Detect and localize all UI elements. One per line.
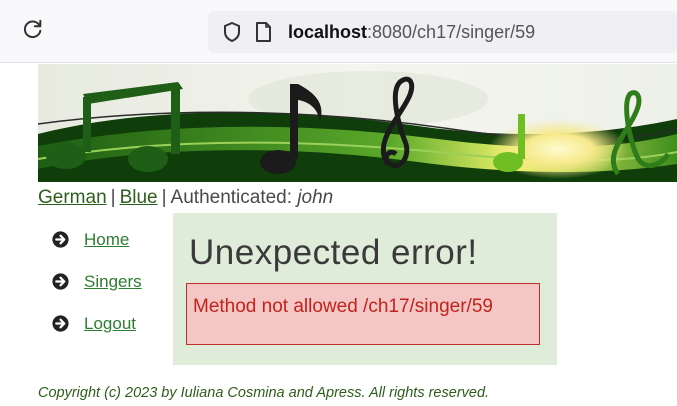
separator: | [161, 187, 167, 208]
german-language-link[interactable]: German [38, 187, 107, 208]
error-panel: Unexpected error! Method not allowed /ch… [173, 213, 557, 365]
reload-icon[interactable] [22, 18, 44, 40]
menu-link-singers[interactable]: Singers [84, 272, 142, 292]
menu-link-logout[interactable]: Logout [84, 314, 136, 334]
error-title: Unexpected error! [189, 233, 478, 272]
menu-link-home[interactable]: Home [84, 230, 129, 250]
auth-label: Authenticated: [170, 187, 293, 208]
arrow-right-icon [52, 315, 69, 332]
error-message: Method not allowed /ch17/singer/59 [193, 296, 493, 317]
url-path: :8080/ch17/singer/59 [367, 22, 536, 42]
page-icon [256, 22, 271, 42]
footer-copyright: Copyright (c) 2023 by Iuliana Cosmina an… [38, 385, 490, 401]
url-host: localhost [288, 22, 368, 42]
auth-line: German | Blue | Authenticated: john [38, 187, 333, 209]
arrow-right-icon [52, 231, 69, 248]
error-message-box: Method not allowed /ch17/singer/59 [186, 283, 540, 345]
address-bar[interactable]: localhost:8080/ch17/singer/59 [208, 11, 677, 53]
arrow-right-icon [52, 273, 69, 290]
music-banner-image [38, 64, 677, 182]
separator: | [110, 187, 116, 208]
blue-theme-link[interactable]: Blue [120, 187, 158, 208]
shield-icon[interactable] [222, 21, 242, 43]
browser-toolbar: localhost:8080/ch17/singer/59 [0, 0, 677, 63]
url-text[interactable]: localhost:8080/ch17/singer/59 [288, 22, 535, 43]
auth-user: john [297, 187, 334, 208]
